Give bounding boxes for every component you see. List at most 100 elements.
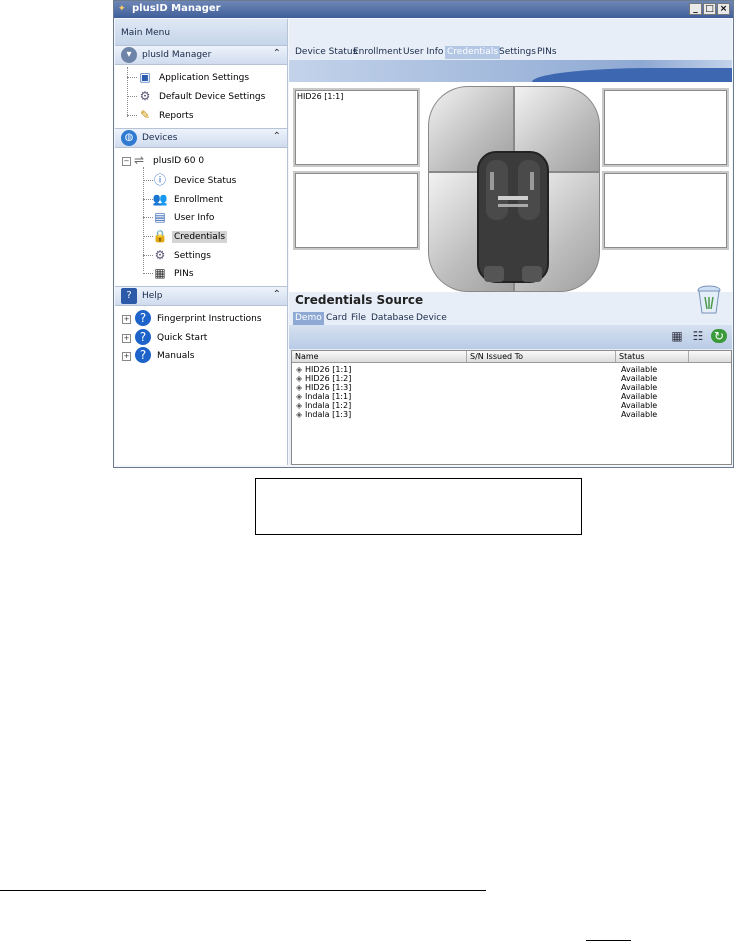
table-header: Name S/N Issued To Status	[292, 351, 731, 363]
table-row[interactable]: ◈ HID26 [1:1] Available	[292, 365, 731, 374]
section-label: Help	[142, 291, 163, 301]
expand-toggle[interactable]: +	[122, 334, 131, 343]
help-icon: ?	[135, 347, 151, 363]
gear-icon: ⚙	[139, 89, 151, 103]
main-menu-header: Main Menu	[115, 19, 287, 45]
row-name: Indala [1:3]	[305, 410, 352, 419]
tab-device-status[interactable]: Device Status	[293, 46, 359, 59]
tab-settings[interactable]: Settings	[497, 46, 538, 59]
menu-item-label: Enrollment	[174, 195, 223, 205]
close-button[interactable]: ×	[717, 3, 730, 15]
section-plusid-manager[interactable]: ▾ plusId Manager ⌃	[115, 45, 287, 65]
minimize-button[interactable]: _	[689, 3, 702, 15]
tree-line	[127, 96, 137, 97]
expand-toggle[interactable]: +	[122, 352, 131, 361]
app-logo-icon: ✦	[118, 4, 126, 14]
empty-caption-box	[255, 478, 582, 535]
slot-label: HID26 [1:1]	[297, 92, 344, 101]
grid-view-icon[interactable]: ▦	[669, 329, 685, 343]
tab-credentials[interactable]: Credentials	[445, 46, 501, 59]
table-row[interactable]: ◈ HID26 [1:3] Available	[292, 383, 731, 392]
refresh-icon[interactable]: ↻	[711, 329, 727, 343]
users-icon: 👥	[152, 192, 168, 206]
keypad-icon: ▦	[154, 266, 166, 280]
expand-toggle[interactable]: +	[122, 315, 131, 324]
table-row[interactable]: ◈ HID26 [1:2] Available	[292, 374, 731, 383]
menu-item-label: Reports	[159, 111, 194, 121]
app-window: ✦ plusID Manager _ □ × Main Menu ▾ plusI…	[113, 0, 734, 468]
tab-file[interactable]: File	[349, 312, 368, 325]
column-header-name[interactable]: Name	[292, 351, 467, 362]
menu-item-label: Application Settings	[159, 73, 250, 83]
table-row[interactable]: ◈ Indala [1:3] Available	[292, 410, 731, 419]
help-icon: ?	[121, 288, 137, 304]
credential-icon: ◈	[296, 374, 303, 383]
tab-pins[interactable]: PINs	[535, 46, 559, 59]
credential-slot-2[interactable]	[602, 88, 729, 167]
tab-user-info[interactable]: User Info	[401, 46, 445, 59]
source-toolbar: ▦ ☷ ↻	[289, 325, 732, 349]
footnote-rule	[0, 890, 486, 891]
tab-device[interactable]: Device	[414, 312, 449, 325]
gear-icon: ⚙	[154, 248, 166, 262]
menu-item-label: PINs	[174, 269, 194, 279]
tab-card[interactable]: Card	[324, 312, 349, 325]
credential-slot-4[interactable]	[602, 171, 729, 250]
chevron-up-icon[interactable]: ⌃	[273, 289, 281, 300]
maximize-button[interactable]: □	[703, 3, 716, 15]
help-icon: ?	[135, 310, 151, 326]
list-view-icon[interactable]: ☷	[690, 329, 706, 343]
main-menu-label: Main Menu	[121, 28, 171, 38]
row-status: Available	[621, 401, 658, 410]
recycle-bin-icon[interactable]	[696, 285, 722, 315]
credential-slot-3[interactable]	[293, 171, 420, 250]
tree-line	[127, 115, 137, 116]
credential-slot-1[interactable]: HID26 [1:1]	[293, 88, 420, 167]
menu-item-label: Default Device Settings	[159, 92, 266, 102]
chevron-up-icon[interactable]: ⌃	[273, 48, 281, 59]
menu-item-label: Quick Start	[157, 333, 208, 343]
row-name: Indala [1:2]	[305, 401, 352, 410]
report-icon: ✎	[139, 108, 151, 122]
credential-icon: ◈	[296, 365, 303, 374]
menu-item-label: Settings	[174, 251, 211, 261]
menu-item-label: Credentials	[172, 231, 228, 243]
tree-line	[127, 67, 128, 117]
menu-item-label: Fingerprint Instructions	[157, 314, 262, 324]
row-status: Available	[621, 410, 658, 419]
tree-line	[127, 77, 137, 78]
chevron-up-icon[interactable]: ⌃	[273, 131, 281, 142]
credentials-source-title: Credentials Source	[295, 293, 424, 307]
title-bar: ✦ plusID Manager _ □ ×	[114, 1, 733, 18]
row-status: Available	[621, 374, 658, 383]
user-card-icon: ▤	[154, 210, 166, 224]
tab-database[interactable]: Database	[369, 312, 416, 325]
tab-demo[interactable]: Demo	[293, 312, 324, 325]
globe-icon: ◍	[121, 130, 137, 146]
header-banner	[289, 60, 732, 82]
help-icon: ?	[135, 329, 151, 345]
main-menu-pane: Main Menu ▾ plusId Manager ⌃ ▣ Applicati…	[115, 19, 288, 465]
row-name: HID26 [1:2]	[305, 374, 352, 383]
manager-icon: ▾	[121, 47, 137, 63]
menu-item-label: Manuals	[157, 351, 195, 361]
table-row[interactable]: ◈ Indala [1:2] Available	[292, 401, 731, 410]
row-name: Indala [1:1]	[305, 392, 352, 401]
collapse-toggle[interactable]: −	[122, 157, 131, 166]
table-row[interactable]: ◈ Indala [1:1] Available	[292, 392, 731, 401]
credential-icon: ◈	[296, 410, 303, 419]
device-label: plusID 60 0	[153, 156, 205, 166]
usb-icon: ⇌	[133, 153, 145, 167]
row-status: Available	[621, 383, 658, 392]
section-help[interactable]: ? Help ⌃	[115, 286, 287, 306]
credential-icon: ◈	[296, 392, 303, 401]
row-name: HID26 [1:3]	[305, 383, 352, 392]
column-header-sn[interactable]: S/N Issued To	[467, 351, 616, 362]
section-label: plusId Manager	[142, 50, 212, 60]
tab-enrollment[interactable]: Enrollment	[351, 46, 404, 59]
credentials-table: Name S/N Issued To Status ◈ HID26 [1:1] A…	[291, 350, 732, 465]
column-header-status[interactable]: Status	[616, 351, 689, 362]
menu-item-label: Device Status	[174, 176, 237, 186]
section-devices[interactable]: ◍ Devices ⌃	[115, 128, 287, 148]
credential-slots-area: HID26 [1:1]	[289, 82, 732, 292]
